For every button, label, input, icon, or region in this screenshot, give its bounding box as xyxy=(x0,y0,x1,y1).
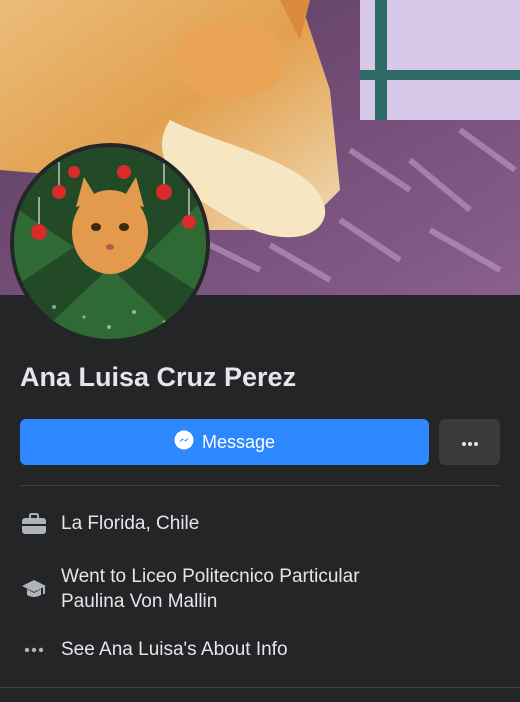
graduation-cap-icon xyxy=(20,576,47,601)
divider xyxy=(20,485,500,486)
info-text: La Florida, Chile xyxy=(61,513,200,534)
profile-avatar[interactable] xyxy=(10,143,210,343)
info-row-location: La Florida, Chile xyxy=(20,511,500,536)
divider xyxy=(0,687,520,688)
info-text: Went to Liceo Politecnico Particular Pau… xyxy=(61,566,360,612)
see-about-info-link[interactable]: See Ana Luisa's About Info xyxy=(61,637,288,662)
more-dots-icon xyxy=(461,435,479,450)
info-row-education: Went to Liceo Politecnico Particular Pau… xyxy=(20,564,500,614)
message-button[interactable]: Message xyxy=(20,419,429,465)
more-dots-icon xyxy=(20,637,47,662)
message-button-label: Message xyxy=(201,431,276,452)
info-row-about[interactable]: See Ana Luisa's About Info xyxy=(20,637,500,662)
profile-name: Ana Luisa Cruz Perez xyxy=(20,362,297,392)
more-options-button[interactable] xyxy=(439,419,500,465)
messenger-icon xyxy=(174,430,194,455)
briefcase-icon xyxy=(20,511,47,536)
